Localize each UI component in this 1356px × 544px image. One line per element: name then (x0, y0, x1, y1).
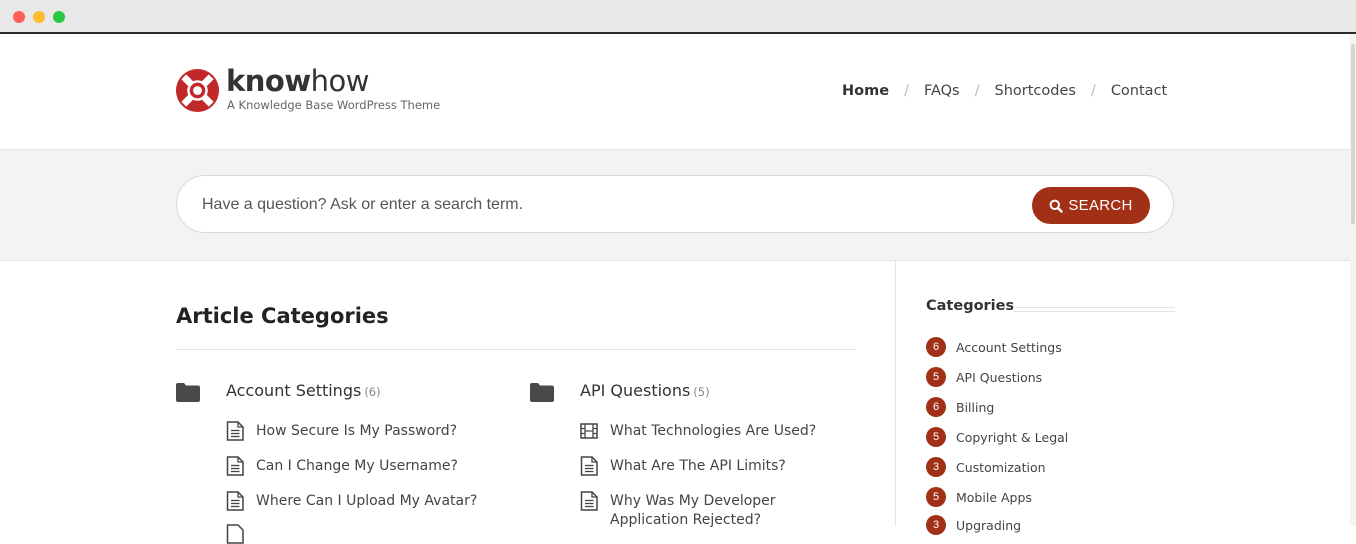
sidebar-category-item[interactable]: 5 Copyright & Legal (926, 427, 1068, 447)
main-navigation: Home / FAQs / Shortcodes / Contact (842, 83, 1167, 99)
sidebar-category-item[interactable]: 6 Billing (926, 397, 994, 417)
article-title-line1: Why Was My Developer (610, 493, 776, 509)
site-logo-text[interactable]: knowhow (226, 63, 370, 99)
search-form: SEARCH (176, 175, 1174, 233)
category-title-text: API Questions (580, 381, 691, 400)
count-badge: 3 (926, 515, 946, 535)
minimize-window-button[interactable] (33, 11, 45, 23)
article-title: Where Can I Upload My Avatar? (256, 493, 478, 509)
logo-bold-text: know (226, 64, 311, 98)
article-title: Why Was My Developer Application Rejected… (610, 492, 776, 530)
category-title[interactable]: Account Settings (6) (226, 381, 381, 400)
page-scrollbar[interactable] (1350, 34, 1356, 526)
count-badge: 6 (926, 337, 946, 357)
search-input[interactable] (202, 193, 1002, 217)
folder-icon (530, 383, 554, 402)
sidebar-category-item[interactable]: 3 Customization (926, 457, 1046, 477)
count-badge: 5 (926, 427, 946, 447)
sidebar-divider (895, 261, 896, 526)
sidebar-category-label: Copyright & Legal (956, 429, 1069, 445)
sidebar-category-label: Billing (956, 399, 995, 415)
sidebar-category-item[interactable]: 5 Mobile Apps (926, 487, 1032, 507)
sidebar-category-label: API Questions (956, 369, 1043, 385)
document-icon (580, 456, 598, 476)
window-titlebar (0, 0, 1356, 34)
sidebar-category-label: Account Settings (956, 339, 1062, 355)
count-badge: 5 (926, 487, 946, 507)
site-tagline: A Knowledge Base WordPress Theme (227, 98, 441, 112)
lifebuoy-logo-icon[interactable] (175, 68, 220, 113)
search-icon (1049, 199, 1064, 213)
category-count: (5) (693, 385, 710, 399)
sidebar-title-rule (1013, 307, 1175, 312)
site-header: knowhow A Knowledge Base WordPress Theme… (0, 34, 1350, 150)
count-badge: 6 (926, 397, 946, 417)
logo-light-text: how (310, 64, 370, 98)
category-count: (6) (364, 385, 381, 399)
article-title: What Are The API Limits? (610, 458, 786, 474)
folder-icon (176, 383, 200, 402)
document-icon (226, 524, 244, 544)
document-icon (226, 456, 244, 476)
document-icon (226, 421, 244, 441)
close-window-button[interactable] (13, 11, 25, 23)
scrollbar-thumb[interactable] (1351, 44, 1355, 224)
sidebar-category-label: Upgrading (956, 517, 1022, 533)
sidebar-category-item[interactable]: 5 API Questions (926, 367, 1042, 387)
film-icon (580, 423, 598, 439)
count-badge: 5 (926, 367, 946, 387)
article-title: How Secure Is My Password? (256, 423, 458, 439)
count-badge: 3 (926, 457, 946, 477)
sidebar-category-label: Customization (956, 459, 1046, 475)
article-title: What Technologies Are Used? (610, 423, 817, 439)
sidebar-category-label: Mobile Apps (956, 489, 1032, 505)
document-icon (226, 491, 244, 511)
document-icon (580, 491, 598, 511)
nav-separator: / (974, 83, 980, 99)
title-divider (176, 349, 856, 350)
category-title-text: Account Settings (226, 381, 362, 400)
sidebar-title: Categories (926, 298, 1015, 314)
nav-item-home[interactable]: Home (842, 83, 889, 99)
search-button[interactable]: SEARCH (1032, 187, 1150, 224)
search-button-label: SEARCH (1068, 197, 1133, 214)
nav-separator: / (904, 83, 909, 99)
search-band: SEARCH (0, 150, 1350, 261)
category-title[interactable]: API Questions (5) (580, 381, 710, 400)
article-title: Can I Change My Username? (256, 458, 458, 474)
nav-separator: / (1090, 83, 1096, 99)
page-title: Article Categories (176, 304, 389, 328)
maximize-window-button[interactable] (53, 11, 65, 23)
nav-item-shortcodes[interactable]: Shortcodes (994, 83, 1075, 99)
nav-item-faqs[interactable]: FAQs (924, 83, 960, 99)
nav-item-contact[interactable]: Contact (1111, 83, 1167, 99)
sidebar-category-item[interactable]: 3 Upgrading (926, 515, 1021, 535)
sidebar-category-item[interactable]: 6 Account Settings (926, 337, 1062, 357)
